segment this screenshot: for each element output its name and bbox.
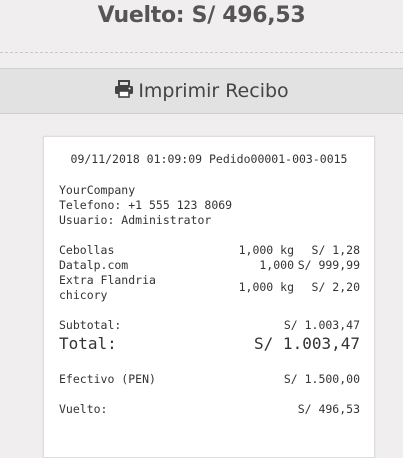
header-area: Vuelto: S/ 496,53 — [0, 0, 403, 52]
item-name: Extra Flandria chicory — [59, 273, 156, 302]
print-receipt-button[interactable]: Imprimir Recibo — [0, 68, 403, 114]
item-price: S/ 999,99 — [297, 258, 360, 272]
subtotal-label: Subtotal: — [59, 318, 122, 332]
company-name: YourCompany — [59, 183, 136, 197]
subtotal-value: S/ 1.003,47 — [283, 318, 360, 332]
company-phone: Telefono: +1 555 123 8069 — [59, 198, 233, 212]
change-label: Vuelto: — [59, 402, 108, 416]
item-price: S/ 1,28 — [311, 243, 360, 257]
receipt-header: 09/11/2018 01:09:09 Pedido00001-003-0015 — [70, 152, 348, 166]
print-button-label: Imprimir Recibo — [138, 80, 289, 102]
payment-amount: S/ 1.500,00 — [283, 372, 360, 386]
payment-method: Efectivo (PEN) — [59, 372, 156, 386]
change-value: S/ 496,53 — [297, 402, 360, 416]
change-amount-title: Vuelto: S/ 496,53 — [97, 3, 306, 28]
total-value: S/ 1.003,47 — [254, 334, 360, 353]
printer-icon — [114, 79, 138, 103]
item-name: Datalp.com — [59, 258, 129, 272]
total-label: Total: — [59, 334, 117, 353]
item-price: S/ 2,20 — [311, 280, 360, 294]
item-qty: 1,000 kg — [238, 243, 294, 257]
divider — [0, 52, 403, 53]
item-qty: 1,000 — [259, 258, 294, 272]
item-qty: 1,000 kg — [238, 280, 294, 294]
cashier-name: Usuario: Administrator — [59, 213, 212, 227]
item-name: Cebollas — [59, 243, 115, 257]
receipt: 09/11/2018 01:09:09 Pedido00001-003-0015… — [43, 136, 375, 458]
